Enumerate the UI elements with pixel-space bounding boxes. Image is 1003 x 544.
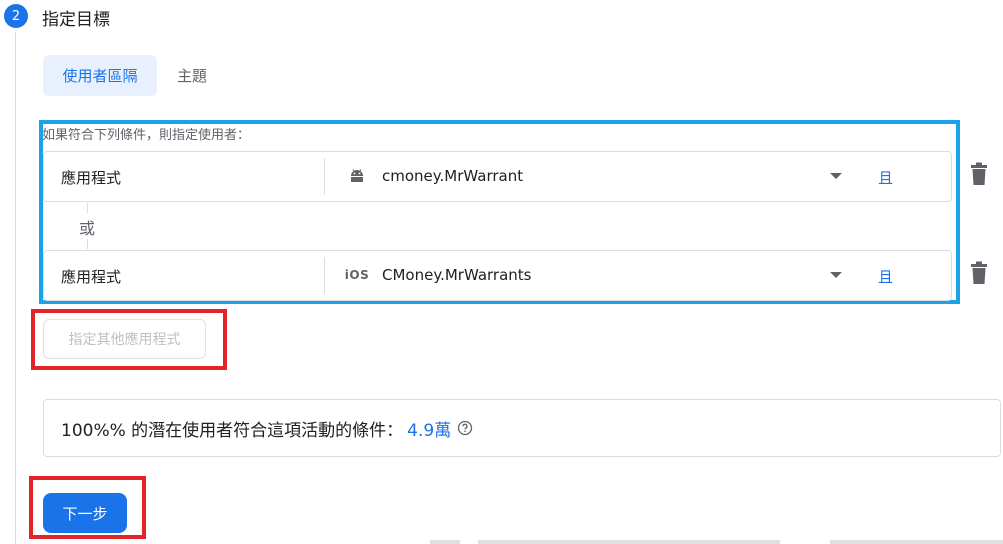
bottom-edge — [478, 540, 780, 544]
conditions-intro: 如果符合下列條件，則指定使用者： — [42, 128, 251, 143]
step-title: 指定目標 — [42, 10, 110, 30]
or-label: 或 — [79, 219, 96, 238]
audience-reach-box: 100%% 的潛在使用者符合這項活動的條件： 4.9萬 — [43, 399, 1001, 457]
help-icon[interactable] — [457, 420, 473, 436]
tab-topic[interactable]: 主題 — [163, 55, 221, 96]
bottom-edge — [430, 540, 460, 544]
bottom-edge — [830, 540, 1003, 544]
condition-type-label: 應用程式 — [61, 268, 122, 286]
and-condition-link[interactable]: 且 — [878, 266, 893, 287]
next-highlight-box — [29, 476, 146, 539]
step-connector-line — [15, 32, 16, 544]
app-select-value[interactable]: CMoney.MrWarrants — [382, 266, 531, 284]
app-select-value[interactable]: cmoney.MrWarrant — [382, 167, 523, 185]
chevron-down-icon[interactable] — [830, 272, 842, 278]
ios-icon: iOS — [344, 268, 370, 282]
step-number-badge: 2 — [4, 4, 28, 28]
row-divider — [324, 158, 325, 195]
or-connector-line — [87, 239, 88, 249]
add-app-highlight-box — [31, 309, 227, 370]
condition-row-android: 應用程式 cmoney.MrWarrant 且 — [43, 151, 952, 202]
chevron-down-icon[interactable] — [830, 173, 842, 179]
reach-text: 100%% 的潛在使用者符合這項活動的條件： — [61, 420, 404, 441]
android-icon — [346, 166, 368, 186]
reach-count: 4.9萬 — [407, 420, 452, 441]
delete-icon[interactable] — [968, 162, 990, 186]
row-divider — [324, 257, 325, 294]
delete-icon[interactable] — [968, 261, 990, 285]
tab-user-segment[interactable]: 使用者區隔 — [43, 55, 157, 96]
condition-type-label: 應用程式 — [61, 169, 122, 187]
or-connector-line — [87, 203, 88, 213]
and-condition-link[interactable]: 且 — [878, 167, 893, 188]
condition-row-ios: 應用程式 iOS CMoney.MrWarrants 且 — [43, 250, 952, 301]
